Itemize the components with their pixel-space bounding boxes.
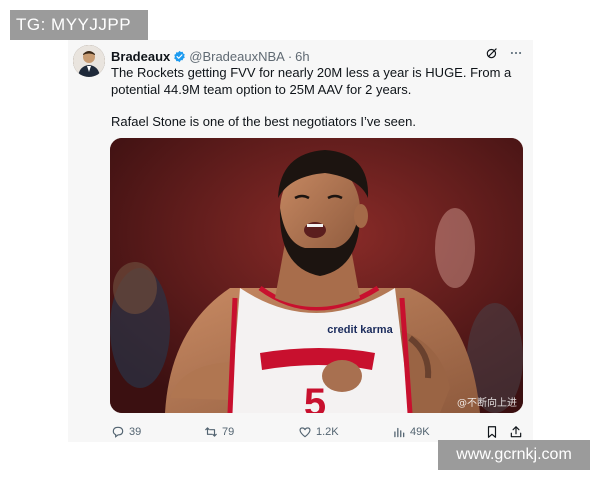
retweet-count: 79 [222, 426, 235, 438]
tweet-actions: 39 79 1.2K 49K [111, 424, 529, 440]
bookmark-button[interactable] [485, 424, 499, 440]
reply-count: 39 [129, 426, 142, 438]
tweet-header: Bradeaux @BradeauxNBA · 6h [111, 47, 310, 65]
image-watermark: @不断向上进 [457, 398, 517, 409]
heart-icon [299, 427, 311, 438]
grok-icon[interactable] [485, 46, 499, 65]
timestamp[interactable]: 6h [295, 49, 309, 64]
header-actions [485, 46, 523, 65]
reply-icon [112, 426, 124, 438]
tweet-paragraph-1: The Rockets getting FVV for nearly 20M l… [111, 65, 512, 97]
like-count: 1.2K [316, 426, 339, 438]
more-options-icon[interactable] [509, 46, 523, 65]
jersey-sponsor-label: credit karma [327, 324, 393, 336]
views-count: 49K [410, 426, 430, 438]
site-watermark: www.gcrnkj.com [438, 440, 590, 470]
share-icon [510, 426, 522, 438]
avatar[interactable] [73, 45, 105, 77]
tweet-text: The Rockets getting FVV for nearly 20M l… [111, 65, 521, 131]
retweet-icon [205, 427, 217, 437]
views-chart-icon [394, 427, 405, 438]
author-handle[interactable]: @BradeauxNBA [189, 49, 285, 64]
reply-button[interactable]: 39 [111, 424, 141, 440]
tweet-card[interactable]: Bradeaux @BradeauxNBA · 6h The Rockets g… [68, 40, 533, 442]
tg-watermark: TG: MYYJJPP [10, 10, 148, 40]
share-button[interactable] [509, 424, 523, 440]
separator-dot: · [287, 48, 293, 64]
like-button[interactable]: 1.2K [298, 424, 339, 440]
author-name[interactable]: Bradeaux [111, 49, 170, 64]
retweet-button[interactable]: 79 [204, 424, 234, 440]
verified-badge-icon [173, 50, 186, 63]
player-photo: credit karma 5 [110, 138, 523, 413]
views-button[interactable]: 49K [392, 424, 430, 440]
tweet-paragraph-2: Rafael Stone is one of the best negotiat… [111, 114, 416, 129]
bookmark-icon [487, 426, 497, 438]
jersey-number: 5 [304, 381, 326, 413]
tweet-media-image[interactable]: credit karma 5 @不断向上进 [110, 138, 523, 413]
